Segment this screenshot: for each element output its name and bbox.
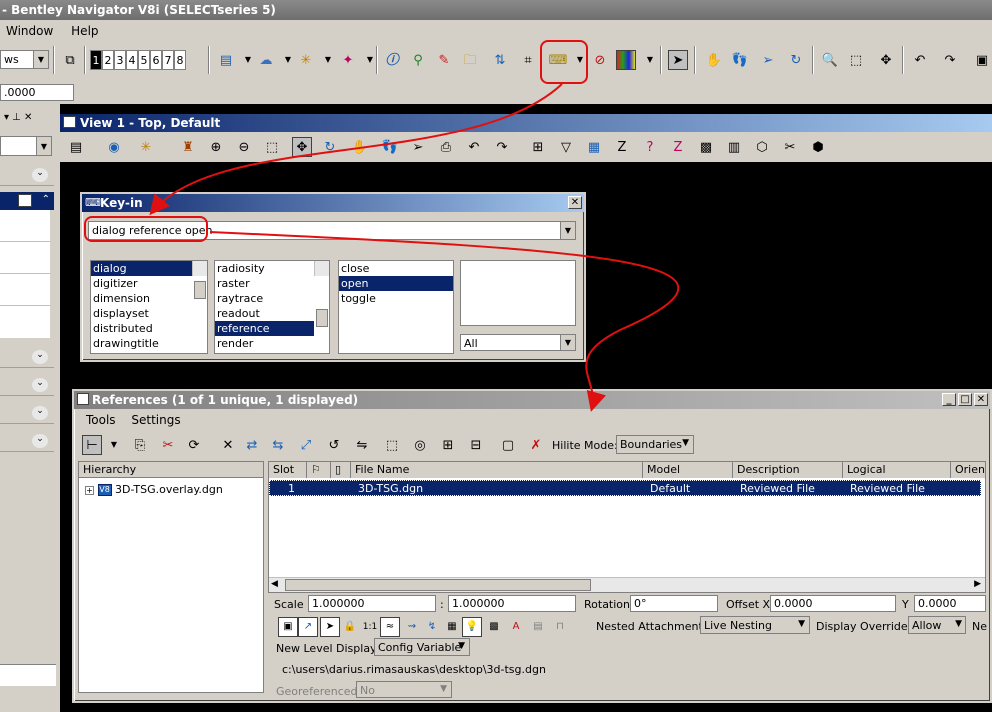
annotation-arrow-1 — [149, 83, 563, 216]
annotation-arrow-2 — [209, 231, 680, 412]
annotation-arrows — [149, 83, 680, 412]
